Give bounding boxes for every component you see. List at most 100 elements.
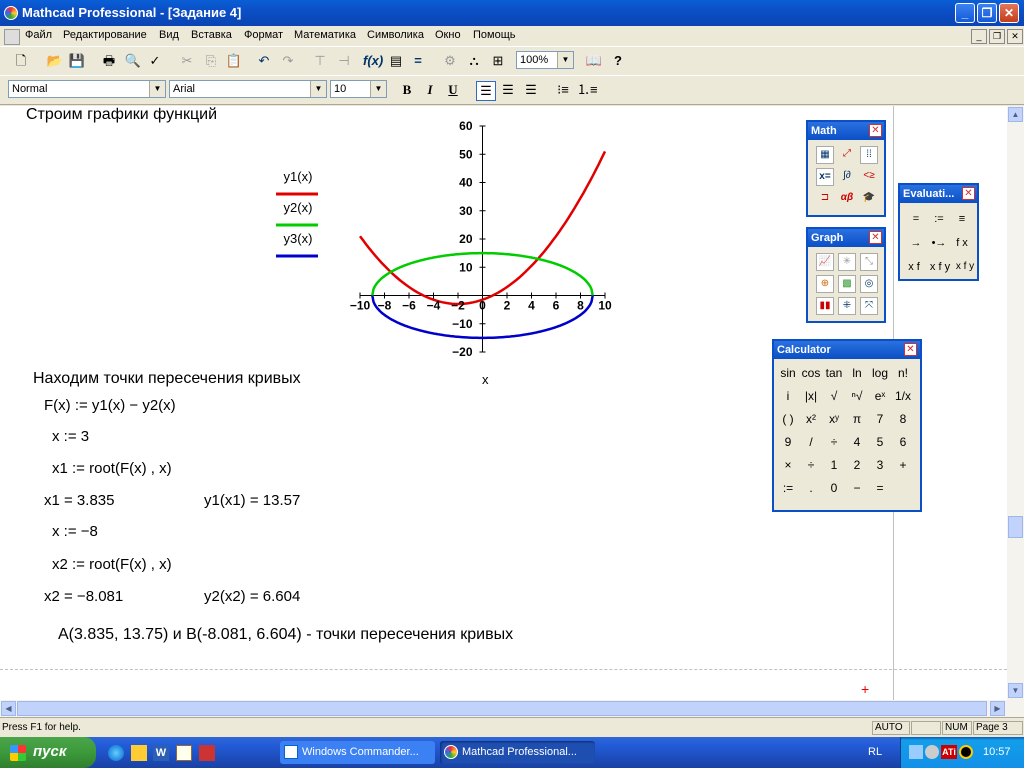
zoom-icon[interactable]: ⤧ <box>860 297 878 315</box>
3d-scatter-icon[interactable]: ▩ <box>838 275 856 293</box>
result-x1[interactable]: x1 = 3.835 <box>44 492 114 509</box>
trace-icon[interactable]: ⁜ <box>838 297 856 315</box>
menu-math[interactable]: Математика <box>294 29 356 41</box>
spellcheck-icon[interactable]: ✓ <box>146 52 164 70</box>
scroll-down-icon[interactable]: ▼ <box>1008 683 1023 698</box>
calc-button[interactable]: n! <box>893 363 913 383</box>
insert-component-icon[interactable]: ⚙ <box>441 52 459 70</box>
menu-format[interactable]: Формат <box>244 29 283 41</box>
insert-hyperlink-icon[interactable]: ⛬ <box>465 52 483 70</box>
cut-icon[interactable]: ✂ <box>178 52 196 70</box>
matrix-icon[interactable]: ⁞⁞ <box>860 146 878 164</box>
insert-unit-icon[interactable]: ▤ <box>387 52 405 70</box>
graph-palette-close-icon[interactable]: ✕ <box>869 231 882 244</box>
eval-prefix-button[interactable]: f x <box>952 233 972 253</box>
calculus-icon[interactable]: ∫∂ <box>838 168 856 186</box>
calc-button[interactable]: := <box>778 478 798 498</box>
3d-bar-icon[interactable]: ◎ <box>860 275 878 293</box>
resource-center-icon[interactable]: ⊞ <box>489 52 507 70</box>
menu-insert[interactable]: Вставка <box>191 29 232 41</box>
horizontal-scroll-thumb[interactable] <box>17 701 987 716</box>
eval-postfix-button[interactable]: x f <box>904 257 924 277</box>
language-indicator[interactable]: RL <box>868 746 882 758</box>
calc-button[interactable]: tan <box>824 363 844 383</box>
print-icon[interactable]: 🖶 <box>100 52 118 70</box>
help-icon[interactable]: ? <box>609 52 627 70</box>
boolean-icon[interactable]: <≥ <box>860 168 878 186</box>
surface-plot-icon[interactable]: ⤡ <box>860 253 878 271</box>
eval-define-button[interactable]: := <box>929 209 949 229</box>
zoom-select[interactable]: 100% ▼ <box>516 51 574 69</box>
calc-button[interactable]: 9 <box>778 432 798 452</box>
volume-icon[interactable] <box>925 745 939 759</box>
calc-button[interactable]: π <box>847 409 867 429</box>
calc-button[interactable]: i <box>778 386 798 406</box>
eval-symbolic-button[interactable]: → <box>906 233 926 253</box>
align-left-icon[interactable]: ☰ <box>476 81 496 101</box>
eq-F-definition[interactable]: F(x) := y1(x) − y2(x) <box>44 397 176 414</box>
calc-button[interactable]: 7 <box>870 409 890 429</box>
mdi-close-button[interactable]: ✕ <box>1007 29 1023 44</box>
calc-button[interactable]: 1 <box>824 455 844 475</box>
result-y2x2[interactable]: y2(x2) = 6.604 <box>204 588 300 605</box>
worksheet[interactable]: Строим графики функций y1(x) y2(x) y3(x) −… <box>0 106 1007 700</box>
resources-icon[interactable]: 📖 <box>585 52 603 70</box>
new-icon[interactable]: 🗋 <box>12 52 30 70</box>
horizontal-scrollbar[interactable]: ◀ ▶ <box>0 700 1024 717</box>
quicklaunch-app-icon[interactable] <box>131 745 147 761</box>
eval-infix-button[interactable]: x f y <box>927 257 953 277</box>
tray-app-icon[interactable] <box>959 745 973 759</box>
align-center-icon[interactable]: ☰ <box>499 81 517 99</box>
evaluation-palette-close-icon[interactable]: ✕ <box>962 187 975 200</box>
eval-treefix-button[interactable]: x f y <box>953 257 977 277</box>
task-mathcad[interactable]: Mathcad Professional... <box>440 741 595 764</box>
calc-button[interactable]: 4 <box>847 432 867 452</box>
calculator-palette-close-icon[interactable]: ✕ <box>904 343 917 356</box>
evaluation-icon[interactable]: x= <box>816 168 834 186</box>
font-size-select[interactable]: 10 ▼ <box>330 80 387 98</box>
copy-icon[interactable]: ⎘ <box>202 52 220 70</box>
calc-button[interactable]: / <box>801 432 821 452</box>
contour-plot-icon[interactable]: ⊕ <box>816 275 834 293</box>
quicklaunch-doc-icon[interactable] <box>176 745 192 761</box>
calc-button[interactable]: = <box>870 478 890 498</box>
calc-button[interactable]: 6 <box>893 432 913 452</box>
calc-button[interactable]: |x| <box>801 386 821 406</box>
calc-button[interactable]: log <box>870 363 890 383</box>
print-preview-icon[interactable]: 🔍 <box>124 52 142 70</box>
symbolic-icon[interactable]: 🎓 <box>860 190 878 208</box>
result-y1x1[interactable]: y1(x1) = 13.57 <box>204 492 300 509</box>
eq-x-guess-2[interactable]: x := −8 <box>52 523 98 540</box>
calc-button[interactable]: ÷ <box>801 455 821 475</box>
word-icon[interactable]: W <box>153 745 169 761</box>
vector-field-icon[interactable]: ▮▮ <box>816 297 834 315</box>
calc-button[interactable]: − <box>847 478 867 498</box>
calc-button[interactable]: ( ) <box>778 409 798 429</box>
menu-symbolics[interactable]: Символика <box>367 29 424 41</box>
calc-button[interactable]: cos <box>801 363 821 383</box>
document-icon[interactable] <box>4 29 20 45</box>
paste-icon[interactable]: 📋 <box>225 52 243 70</box>
menu-view[interactable]: Вид <box>159 29 179 41</box>
calc-button[interactable]: xʸ <box>824 409 844 429</box>
xy-plot[interactable]: y1(x)y2(x)y3(x) −10 −8 −6 −4 −2 0 2 4 6 8 10−20−10… <box>270 114 630 394</box>
scroll-left-icon[interactable]: ◀ <box>1 701 16 716</box>
internet-explorer-icon[interactable] <box>108 745 124 761</box>
eval-keyword-symbolic-button[interactable]: •→ <box>929 233 949 253</box>
calc-button[interactable]: + <box>893 455 913 475</box>
network-icon[interactable] <box>909 745 923 759</box>
calc-button[interactable]: 0 <box>824 478 844 498</box>
calc-button[interactable]: ÷ <box>824 432 844 452</box>
scroll-right-icon[interactable]: ▶ <box>990 701 1005 716</box>
eval-global-define-button[interactable]: ≡ <box>952 209 972 229</box>
calc-button[interactable]: × <box>778 455 798 475</box>
mdi-restore-button[interactable]: ❐ <box>989 29 1005 44</box>
calculate-icon[interactable]: = <box>409 52 427 70</box>
calc-button[interactable]: ⁿ√ <box>847 386 867 406</box>
align-right-icon[interactable]: ☰ <box>522 81 540 99</box>
calc-button[interactable]: 3 <box>870 455 890 475</box>
menu-edit[interactable]: Редактирование <box>63 29 147 41</box>
minimize-button[interactable]: _ <box>955 3 975 23</box>
calc-button[interactable]: x² <box>801 409 821 429</box>
menu-file[interactable]: Файл <box>25 29 52 41</box>
